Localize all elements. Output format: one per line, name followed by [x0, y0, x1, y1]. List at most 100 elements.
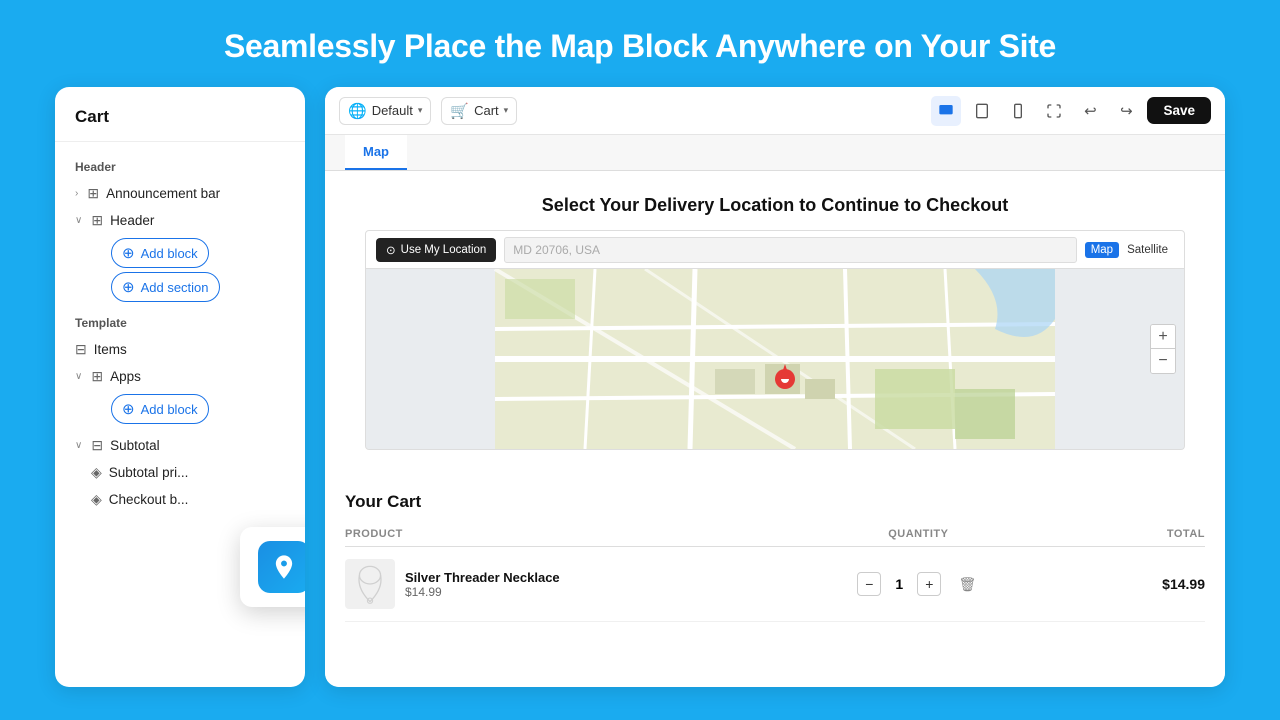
sidebar-item-checkout-btn[interactable]: ◈ Checkout b...	[55, 486, 305, 513]
delivery-section: Select Your Delivery Location to Continu…	[325, 171, 1225, 482]
sidebar-section-template: Template	[55, 312, 305, 336]
product-info: Silver Threader Necklace $14.99	[405, 570, 775, 599]
necklace-svg	[352, 562, 388, 606]
zoom-in-button[interactable]: +	[1151, 325, 1175, 349]
sidebar-label-announcement: Announcement bar	[106, 186, 220, 201]
qty-controls: − 1 + 🗑	[775, 572, 1062, 596]
save-button[interactable]: Save	[1147, 97, 1211, 124]
sidebar-label-items: Items	[94, 342, 127, 357]
sidebar-item-items[interactable]: ⊟ Items	[55, 336, 305, 363]
tablet-view-btn[interactable]	[967, 96, 997, 126]
plus-circle-icon: ⊕	[122, 244, 135, 262]
map-tab-bar: Map	[325, 135, 1225, 171]
page-title: Seamlessly Place the Map Block Anywhere …	[0, 0, 1280, 87]
delete-item-button[interactable]: 🗑	[955, 572, 979, 596]
cart-table-header: PRODUCT QUANTITY TOTAL	[345, 522, 1205, 547]
cart-title: Your Cart	[345, 492, 1205, 512]
map-type-map[interactable]: Map	[1085, 242, 1119, 258]
map-type-controls: Map Satellite	[1085, 242, 1174, 258]
editor-content: Map Select Your Delivery Location to Con…	[325, 135, 1225, 687]
grid-icon: ⊞	[87, 185, 99, 202]
caret-down-icon: ▾	[418, 105, 423, 116]
editor-panel: 🌐 Default ▾ 🛒 Cart ▾	[325, 87, 1225, 687]
col-header-product: PRODUCT	[345, 528, 775, 540]
cart-label: Cart	[474, 103, 499, 118]
subtotal-icon: ⊟	[91, 437, 103, 454]
map-pin-icon	[270, 553, 298, 581]
sidebar-label-apps: Apps	[110, 369, 141, 384]
col-header-quantity: QUANTITY	[775, 528, 1062, 540]
mobile-view-btn[interactable]	[1003, 96, 1033, 126]
sidebar-item-apps[interactable]: ∨ ⊞ Apps	[55, 363, 305, 390]
caret-down-icon-2: ▾	[504, 105, 509, 116]
sidebar-panel: Cart Header › ⊞ Announcement bar ∨ ⊞ Hea…	[55, 87, 305, 687]
chevron-down-icon-2: ∨	[75, 371, 82, 382]
add-section-button[interactable]: ⊕ Add section	[111, 272, 220, 302]
cart-icon: 🛒	[450, 102, 469, 120]
table-row: Silver Threader Necklace $14.99 − 1 + 🗑 …	[345, 547, 1205, 622]
editor-topbar: 🌐 Default ▾ 🛒 Cart ▾	[325, 87, 1225, 135]
product-name: Silver Threader Necklace	[405, 570, 775, 585]
chevron-right-icon: ›	[75, 188, 78, 199]
tooltip-map-icon	[258, 541, 305, 593]
fullscreen-btn[interactable]	[1039, 96, 1069, 126]
chevron-down-icon: ∨	[75, 215, 82, 226]
add-section-label: Add section	[141, 280, 209, 295]
add-block-label: Add block	[141, 246, 198, 261]
plus-circle-icon-3: ⊕	[122, 400, 135, 418]
qty-increase-button[interactable]: +	[917, 572, 941, 596]
main-area: Cart Header › ⊞ Announcement bar ∨ ⊞ Hea…	[0, 87, 1280, 687]
add-block-button-apps[interactable]: ⊕ Add block	[111, 394, 209, 424]
chevron-down-icon-3: ∨	[75, 440, 82, 451]
cart-dropdown[interactable]: 🛒 Cart ▾	[441, 97, 517, 125]
plus-circle-icon-2: ⊕	[122, 278, 135, 296]
product-image	[345, 559, 395, 609]
address-input[interactable]	[504, 237, 1076, 263]
sidebar-title: Cart	[55, 107, 305, 142]
sidebar-label-header: Header	[110, 213, 154, 228]
sidebar-item-header[interactable]: ∨ ⊞ Header	[55, 207, 305, 234]
qty-decrease-button[interactable]: −	[857, 572, 881, 596]
product-cell: Silver Threader Necklace $14.99	[345, 559, 775, 609]
header-icon: ⊞	[91, 212, 103, 229]
sidebar-label-checkout: Checkout b...	[109, 492, 189, 507]
default-label: Default	[372, 103, 413, 118]
sidebar-item-subtotal[interactable]: ∨ ⊟ Subtotal	[55, 432, 305, 459]
add-block-button-header[interactable]: ⊕ Add block	[111, 238, 209, 268]
globe-icon: 🌐	[348, 102, 367, 120]
cart-section: Your Cart PRODUCT QUANTITY TOTAL	[325, 482, 1225, 638]
default-dropdown[interactable]: 🌐 Default ▾	[339, 97, 431, 125]
add-block-apps-label: Add block	[141, 402, 198, 417]
sidebar-item-subtotal-price[interactable]: ◈ Subtotal pri...	[55, 459, 305, 486]
delivery-title: Select Your Delivery Location to Continu…	[345, 195, 1205, 216]
sidebar-label-subtotal: Subtotal	[110, 438, 160, 453]
sidebar-item-announcement-bar[interactable]: › ⊞ Announcement bar	[55, 180, 305, 207]
map-container: ⊙ Use My Location Map Satellite	[365, 230, 1185, 450]
block-tooltip-popup: Map Wayfinder	[240, 527, 305, 607]
map-visual: + −	[366, 269, 1184, 449]
map-tab[interactable]: Map	[345, 135, 407, 170]
map-type-satellite[interactable]: Satellite	[1121, 242, 1174, 258]
desktop-view-btn[interactable]	[931, 96, 961, 126]
map-svg	[366, 269, 1184, 449]
total-cell: $14.99	[1062, 576, 1205, 592]
redo-btn[interactable]: ↪	[1111, 96, 1141, 126]
qty-value: 1	[889, 576, 909, 592]
table-icon: ⊟	[75, 341, 87, 358]
location-icon: ⊙	[386, 243, 396, 257]
map-topbar: ⊙ Use My Location Map Satellite	[366, 231, 1184, 269]
subtotal-price-icon: ◈	[91, 464, 102, 481]
use-location-label: Use My Location	[401, 244, 487, 256]
use-location-button[interactable]: ⊙ Use My Location	[376, 238, 496, 262]
topbar-actions: ↩ ↪ Save	[931, 96, 1211, 126]
product-price: $14.99	[405, 585, 775, 599]
undo-btn[interactable]: ↩	[1075, 96, 1105, 126]
map-zoom-controls: + −	[1150, 324, 1176, 374]
quantity-cell: − 1 + 🗑	[775, 572, 1062, 596]
sidebar-label-subtotal-price: Subtotal pri...	[109, 465, 189, 480]
your-cart-label: Your Cart	[345, 492, 421, 511]
zoom-out-button[interactable]: −	[1151, 349, 1175, 373]
checkout-btn-icon: ◈	[91, 491, 102, 508]
apps-icon: ⊞	[91, 368, 103, 385]
col-header-total: TOTAL	[1062, 528, 1205, 540]
